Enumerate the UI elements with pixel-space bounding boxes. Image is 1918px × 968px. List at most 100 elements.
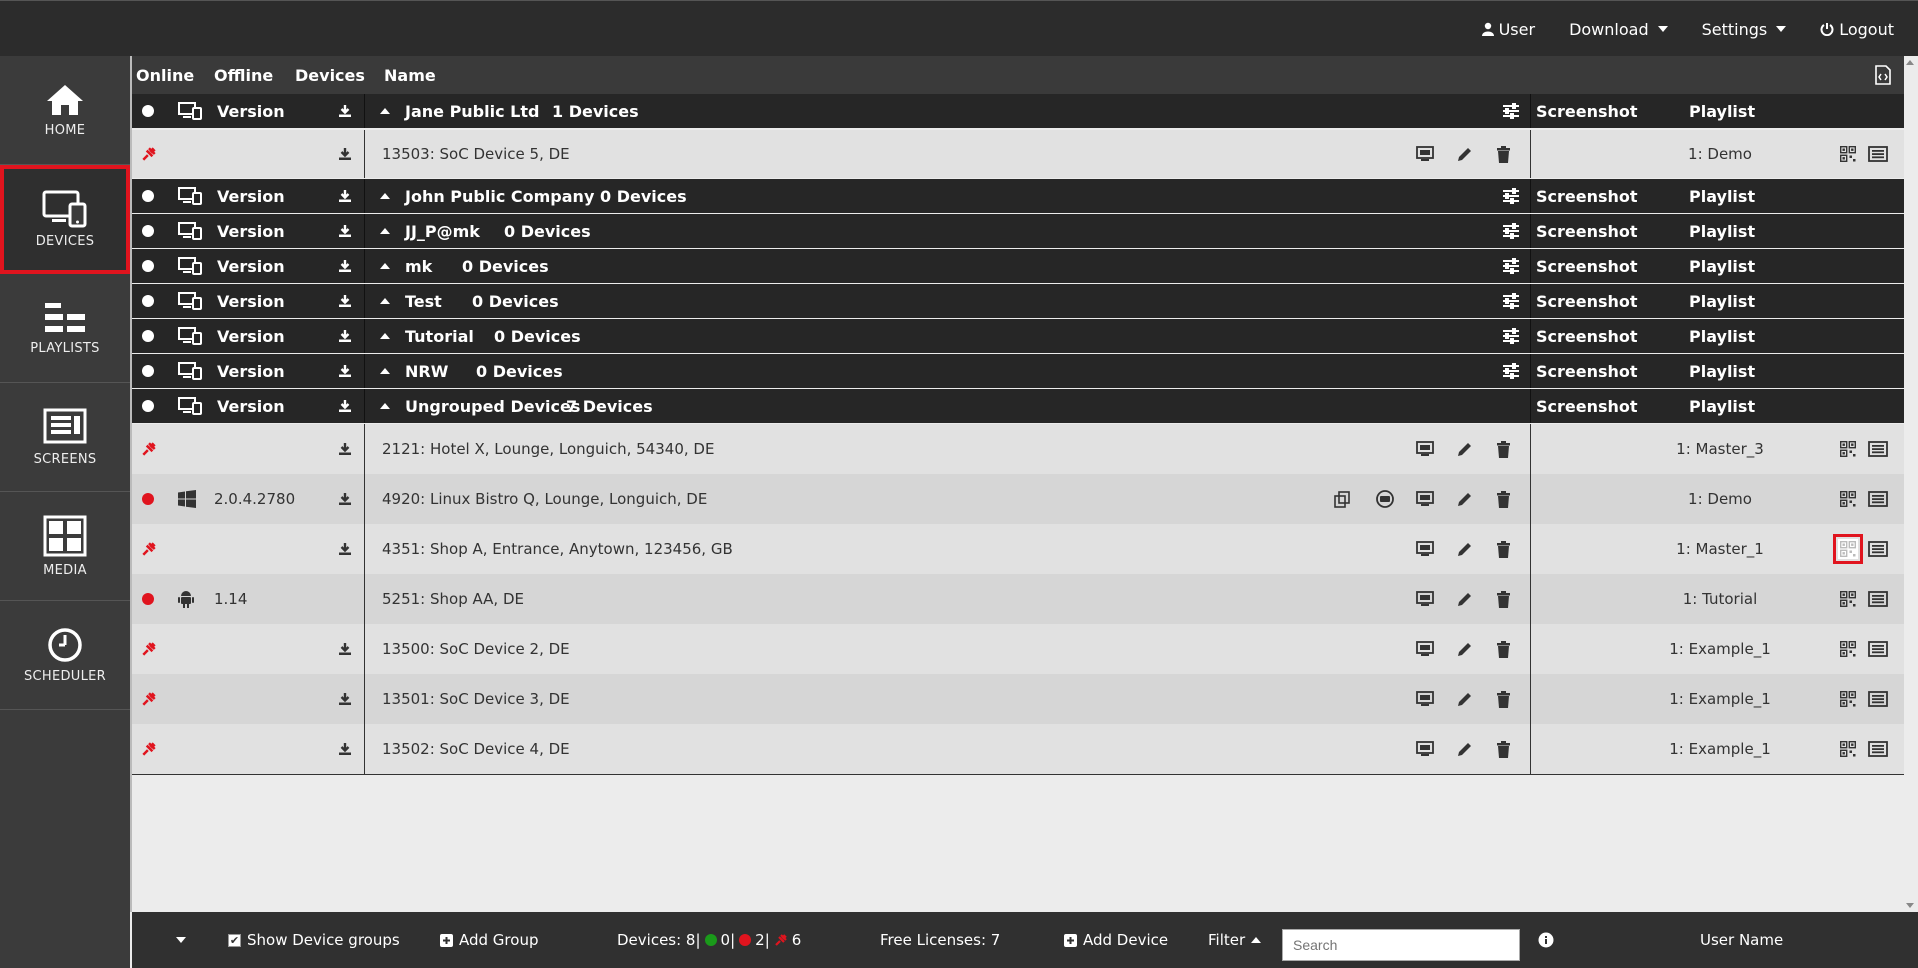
qr-code-button[interactable] bbox=[1838, 739, 1858, 759]
collapse-group-icon[interactable] bbox=[380, 228, 390, 234]
download-icon[interactable] bbox=[338, 224, 352, 238]
device-row[interactable]: 13503: SoC Device 5, DE 1: Demo bbox=[132, 130, 1904, 178]
playlist-list-icon[interactable] bbox=[1868, 441, 1888, 457]
download-icon[interactable] bbox=[338, 147, 352, 161]
device-playlist[interactable]: 1: Example_1 bbox=[1590, 690, 1850, 708]
edit-pencil-icon[interactable] bbox=[1456, 741, 1473, 758]
group-status-dot[interactable] bbox=[142, 190, 154, 202]
scrollbar[interactable] bbox=[1902, 56, 1918, 912]
download-icon[interactable] bbox=[338, 364, 352, 378]
download-icon[interactable] bbox=[338, 542, 352, 556]
show-groups-toggle[interactable]: ✔ Show Device groups bbox=[228, 912, 400, 968]
sidebar-item-home[interactable]: HOME bbox=[0, 56, 130, 165]
delete-trash-icon[interactable] bbox=[1496, 490, 1511, 508]
column-screenshot[interactable]: Screenshot bbox=[1536, 187, 1638, 206]
download-menu[interactable]: Download bbox=[1569, 20, 1668, 39]
scroll-up-icon[interactable] bbox=[1906, 60, 1914, 65]
collapse-group-icon[interactable] bbox=[380, 368, 390, 374]
device-name[interactable]: 13502: SoC Device 4, DE bbox=[382, 740, 570, 758]
download-icon[interactable] bbox=[338, 742, 352, 756]
column-offline[interactable]: Offline bbox=[214, 66, 273, 85]
download-icon[interactable] bbox=[338, 294, 352, 308]
group-name[interactable]: Test bbox=[405, 292, 442, 311]
filter-dropdown[interactable]: Filter bbox=[1208, 912, 1262, 968]
qr-code-button[interactable] bbox=[1838, 639, 1858, 659]
collapse-group-icon[interactable] bbox=[380, 263, 390, 269]
screenshot-icon[interactable] bbox=[1416, 741, 1434, 757]
qr-code-icon[interactable] bbox=[1840, 146, 1856, 162]
device-row[interactable]: 4351: Shop A, Entrance, Anytown, 123456,… bbox=[132, 524, 1904, 574]
group-status-dot[interactable] bbox=[142, 400, 154, 412]
device-name[interactable]: 4920: Linux Bistro Q, Lounge, Longuich, … bbox=[382, 490, 707, 508]
add-group-button[interactable]: Add Group bbox=[440, 912, 538, 968]
delete-trash-icon[interactable] bbox=[1496, 440, 1511, 458]
playlist-list-icon[interactable] bbox=[1868, 146, 1888, 162]
screenshot-icon[interactable] bbox=[1416, 441, 1434, 457]
column-playlist[interactable]: Playlist bbox=[1689, 292, 1755, 311]
column-playlist[interactable]: Playlist bbox=[1689, 362, 1755, 381]
download-icon[interactable] bbox=[338, 492, 352, 506]
qr-code-button[interactable] bbox=[1838, 439, 1858, 459]
group-row[interactable]: Version Ungrouped Devices 7 Devices Screens… bbox=[132, 389, 1904, 423]
device-playlist[interactable]: 1: Example_1 bbox=[1590, 640, 1850, 658]
delete-trash-icon[interactable] bbox=[1496, 690, 1511, 708]
column-screenshot[interactable]: Screenshot bbox=[1536, 397, 1638, 416]
delete-trash-icon[interactable] bbox=[1496, 590, 1511, 608]
group-row[interactable]: Version Test 0 Devices Screenshot Playlist bbox=[132, 284, 1904, 318]
group-status-dot[interactable] bbox=[142, 260, 154, 272]
screenshot-icon[interactable] bbox=[1416, 591, 1434, 607]
column-playlist[interactable]: Playlist bbox=[1689, 102, 1755, 121]
group-name[interactable]: John Public Company bbox=[405, 187, 594, 206]
column-screenshot[interactable]: Screenshot bbox=[1536, 222, 1638, 241]
column-screenshot[interactable]: Screenshot bbox=[1536, 102, 1638, 121]
sidebar-item-playlists[interactable]: PLAYLISTS bbox=[0, 274, 130, 383]
edit-pencil-icon[interactable] bbox=[1456, 591, 1473, 608]
group-status-dot[interactable] bbox=[142, 330, 154, 342]
group-name[interactable]: Jane Public Ltd bbox=[405, 102, 539, 121]
download-icon[interactable] bbox=[338, 642, 352, 656]
download-icon[interactable] bbox=[338, 399, 352, 413]
column-screenshot[interactable]: Screenshot bbox=[1536, 292, 1638, 311]
group-row[interactable]: Version mk 0 Devices Screenshot Playlist bbox=[132, 249, 1904, 283]
group-name[interactable]: JJ_P@mk bbox=[405, 222, 480, 241]
delete-trash-icon[interactable] bbox=[1496, 145, 1511, 163]
screenshot-icon[interactable] bbox=[1416, 641, 1434, 657]
device-row[interactable]: 13500: SoC Device 2, DE 1: Example_1 bbox=[132, 624, 1904, 674]
export-code-icon[interactable] bbox=[1874, 65, 1892, 85]
playlist-list-icon[interactable] bbox=[1868, 741, 1888, 757]
column-playlist[interactable]: Playlist bbox=[1689, 257, 1755, 276]
collapse-group-icon[interactable] bbox=[380, 403, 390, 409]
add-device-button[interactable]: Add Device bbox=[1064, 912, 1168, 968]
download-icon[interactable] bbox=[338, 442, 352, 456]
group-settings-sliders-icon[interactable] bbox=[1502, 293, 1520, 309]
collapse-group-icon[interactable] bbox=[380, 193, 390, 199]
column-devices[interactable]: Devices bbox=[295, 66, 365, 85]
screenshot-icon[interactable] bbox=[1416, 491, 1434, 507]
column-online[interactable]: Online bbox=[136, 66, 194, 85]
device-playlist[interactable]: 1: Demo bbox=[1590, 145, 1850, 163]
download-icon[interactable] bbox=[338, 189, 352, 203]
collapse-group-icon[interactable] bbox=[380, 108, 390, 114]
group-row[interactable]: Version Tutorial 0 Devices Screenshot Playli… bbox=[132, 319, 1904, 353]
group-settings-sliders-icon[interactable] bbox=[1502, 188, 1520, 204]
sidebar-item-media[interactable]: MEDIA bbox=[0, 492, 130, 601]
column-screenshot[interactable]: Screenshot bbox=[1536, 257, 1638, 276]
search-info-icon[interactable] bbox=[1538, 912, 1554, 968]
group-status-dot[interactable] bbox=[142, 105, 154, 117]
qr-code-button[interactable] bbox=[1838, 689, 1858, 709]
edit-pencil-icon[interactable] bbox=[1456, 541, 1473, 558]
qr-code-icon[interactable] bbox=[1840, 741, 1856, 757]
delete-trash-icon[interactable] bbox=[1496, 540, 1511, 558]
column-playlist[interactable]: Playlist bbox=[1689, 327, 1755, 346]
settings-menu[interactable]: Settings bbox=[1702, 20, 1787, 39]
device-name[interactable]: 2121: Hotel X, Lounge, Longuich, 54340, … bbox=[382, 440, 714, 458]
playlist-list-icon[interactable] bbox=[1868, 591, 1888, 607]
screenshot-icon[interactable] bbox=[1416, 146, 1434, 162]
delete-trash-icon[interactable] bbox=[1496, 640, 1511, 658]
device-playlist[interactable]: 1: Demo bbox=[1590, 490, 1850, 508]
group-name[interactable]: mk bbox=[405, 257, 432, 276]
group-name[interactable]: Ungrouped Devices bbox=[405, 397, 580, 416]
device-row[interactable]: 2121: Hotel X, Lounge, Longuich, 54340, … bbox=[132, 424, 1904, 474]
download-icon[interactable] bbox=[338, 692, 352, 706]
edit-pencil-icon[interactable] bbox=[1456, 146, 1473, 163]
